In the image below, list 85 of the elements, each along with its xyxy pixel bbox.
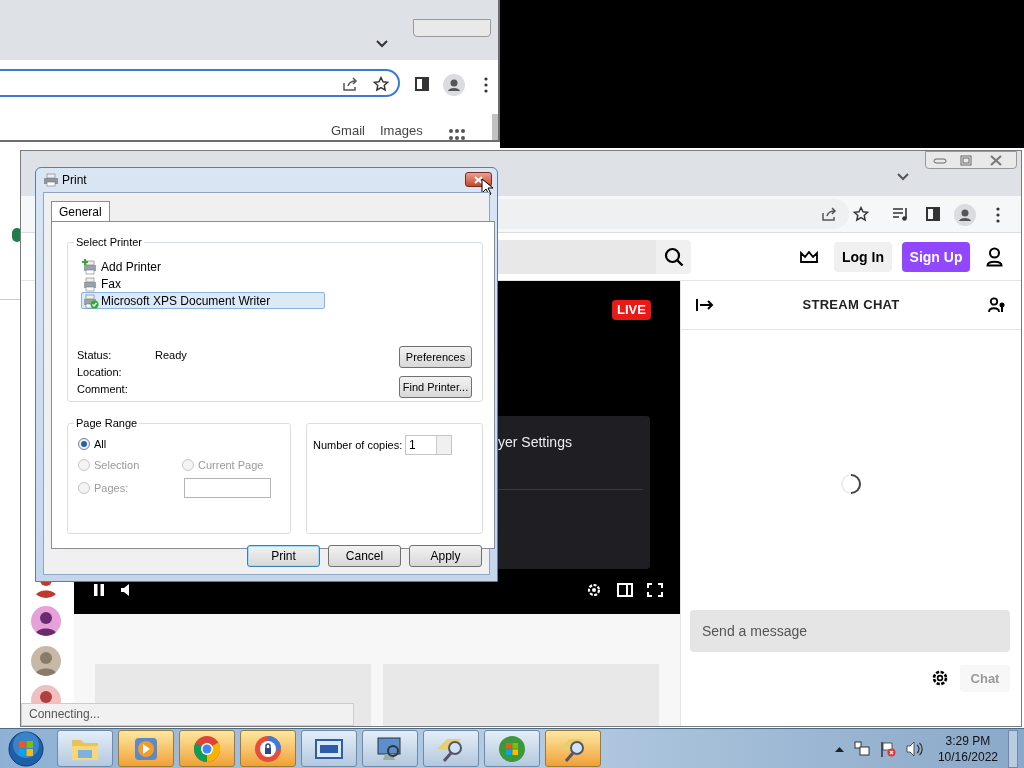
menu-icon[interactable] (484, 77, 488, 93)
network-icon[interactable] (853, 740, 870, 757)
taskbar-button[interactable] (179, 730, 235, 767)
radio-button[interactable] (78, 438, 90, 450)
radio-label: Selection (94, 457, 140, 473)
preferences-button[interactable]: Preferences (399, 346, 472, 368)
field-label: Comment: (77, 382, 129, 398)
printer-item[interactable]: Fax (81, 275, 325, 292)
gmail-link[interactable]: Gmail (331, 123, 365, 138)
star-icon[interactable] (373, 76, 389, 92)
dialog-button[interactable]: Print (247, 545, 320, 567)
cursor-icon (481, 178, 493, 196)
printer-icon (43, 173, 59, 187)
radio-label: All (94, 436, 107, 452)
side-panel-icon[interactable] (926, 207, 940, 221)
crown-icon[interactable] (800, 251, 818, 264)
share-icon[interactable] (342, 76, 358, 92)
message-input[interactable]: Send a message (690, 610, 1010, 652)
menu-item[interactable]: yer Settings (498, 432, 572, 453)
field-value: Ready (155, 348, 187, 364)
maximize-icon[interactable] (960, 155, 972, 166)
taskbar-button[interactable] (301, 730, 357, 767)
taskbar-button[interactable] (118, 730, 174, 767)
dialog-button[interactable]: Apply (409, 545, 482, 567)
field-label: Status: (77, 348, 113, 364)
fullscreen-icon[interactable] (647, 583, 663, 597)
share-icon[interactable] (821, 206, 837, 222)
close-icon (474, 175, 483, 184)
clock[interactable]: 3:29 PM 10/16/2022 (937, 732, 998, 765)
pause-icon[interactable] (93, 584, 105, 596)
copies-label: Number of copies: (313, 438, 403, 453)
live-badge: LIVE (612, 300, 651, 320)
status-toast: Connecting... (21, 703, 354, 726)
media-player-icon (132, 735, 160, 762)
taskbar-button[interactable] (240, 730, 296, 767)
volume-icon[interactable] (905, 740, 924, 757)
radio-label: Pages: (94, 480, 129, 496)
minimize-icon[interactable] (933, 158, 947, 164)
printer-item[interactable]: Add Printer (81, 258, 325, 275)
apps-grid-icon[interactable] (449, 129, 465, 140)
close-icon[interactable] (990, 155, 1002, 166)
windows-orb-icon (498, 734, 526, 763)
dialog-tab[interactable]: General (51, 201, 110, 222)
taskbar-button[interactable] (423, 730, 479, 767)
window-icon (314, 736, 344, 761)
radio-label: Current Page (198, 457, 264, 473)
printer-item[interactable]: Microsoft XPS Document Writer (81, 292, 325, 309)
printer-icon (82, 275, 99, 292)
volume-icon[interactable] (120, 584, 132, 596)
collapse-icon[interactable] (696, 298, 714, 312)
chevron-down-icon[interactable] (376, 40, 388, 48)
users-icon[interactable] (988, 297, 1006, 313)
copies-spinner[interactable]: 1 (405, 435, 452, 455)
window-controls[interactable] (925, 151, 1017, 169)
address-bar[interactable] (0, 69, 400, 97)
settings-icon[interactable] (931, 669, 949, 687)
shield-icon (253, 733, 283, 764)
chat-title: STREAM CHAT (802, 296, 900, 315)
side-panel-icon[interactable] (415, 77, 429, 91)
field-label: Location: (77, 365, 123, 381)
find-printer-button[interactable]: Find Printer... (399, 376, 472, 398)
theater-mode-icon[interactable] (617, 583, 633, 597)
show-hidden-icons-icon[interactable] (834, 745, 844, 752)
profile-icon[interactable] (443, 74, 465, 96)
search-button[interactable] (656, 240, 691, 274)
star-icon[interactable] (853, 206, 869, 222)
profile-icon[interactable] (954, 204, 976, 226)
media-queue-icon[interactable] (892, 206, 910, 222)
images-link[interactable]: Images (380, 123, 423, 138)
user-icon[interactable] (986, 247, 1003, 267)
dialog-button[interactable]: Cancel (328, 545, 401, 567)
start-button[interactable] (7, 729, 45, 768)
taskbar-button[interactable] (362, 730, 418, 767)
login-button[interactable]: Log In (834, 242, 892, 272)
action-center-flag-icon[interactable] (879, 740, 896, 757)
loading-spinner (840, 473, 862, 495)
search-icon (663, 247, 684, 267)
add-printer-icon (82, 258, 99, 275)
dialog-title: Print (62, 172, 87, 189)
chrome-icon (193, 734, 221, 763)
chevron-down-icon[interactable] (897, 173, 909, 181)
signup-button[interactable]: Sign Up (902, 242, 970, 272)
default-printer-icon (82, 292, 99, 309)
taskbar-button[interactable] (545, 730, 601, 767)
menu-icon[interactable] (996, 207, 1000, 223)
